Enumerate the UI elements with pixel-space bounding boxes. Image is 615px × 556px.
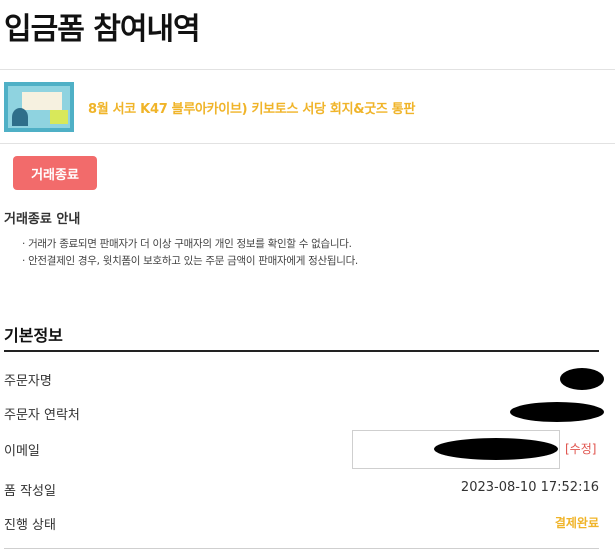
redaction-mark [434,438,558,460]
notice-line: · 거래가 종료되면 판매자가 더 이상 구매자의 개인 정보를 확인할 수 없… [22,238,352,250]
divider [0,69,615,70]
page-title: 입금폼 참여내역 [4,12,201,47]
progress-status-label: 진행 상태 [4,518,56,533]
section-title-basic-info: 기본정보 [4,326,63,345]
form-created-label: 폼 작성일 [4,484,56,499]
divider [4,548,599,549]
orderer-contact-label: 주문자 연락처 [4,408,80,423]
section-divider [4,350,599,352]
redaction-mark [560,368,604,390]
form-created-value: 2023-08-10 17:52:16 [460,480,599,495]
thumbnail-art-title [22,92,62,110]
email-edit-link[interactable]: [수정] [565,440,596,457]
divider [0,143,615,144]
orderer-name-label: 주문자명 [4,374,52,389]
progress-status-badge: 결제완료 [554,516,599,530]
thumbnail-art-badge [50,110,68,124]
deal-closed-button[interactable]: 거래종료 [13,156,97,190]
product-thumbnail-image[interactable] [4,82,74,132]
notice-line: · 안전결제인 경우, 윗치폼이 보호하고 있는 주문 금액이 판매자에게 정산… [22,255,358,267]
redaction-mark [510,402,604,422]
thumbnail-art-figure [12,108,28,126]
notice-title: 거래종료 안내 [4,212,81,227]
product-title-link[interactable]: 8월 서코 K47 블루아카이브) 키보토스 서당 회지&굿즈 통판 [88,98,415,117]
email-label: 이메일 [4,444,40,459]
